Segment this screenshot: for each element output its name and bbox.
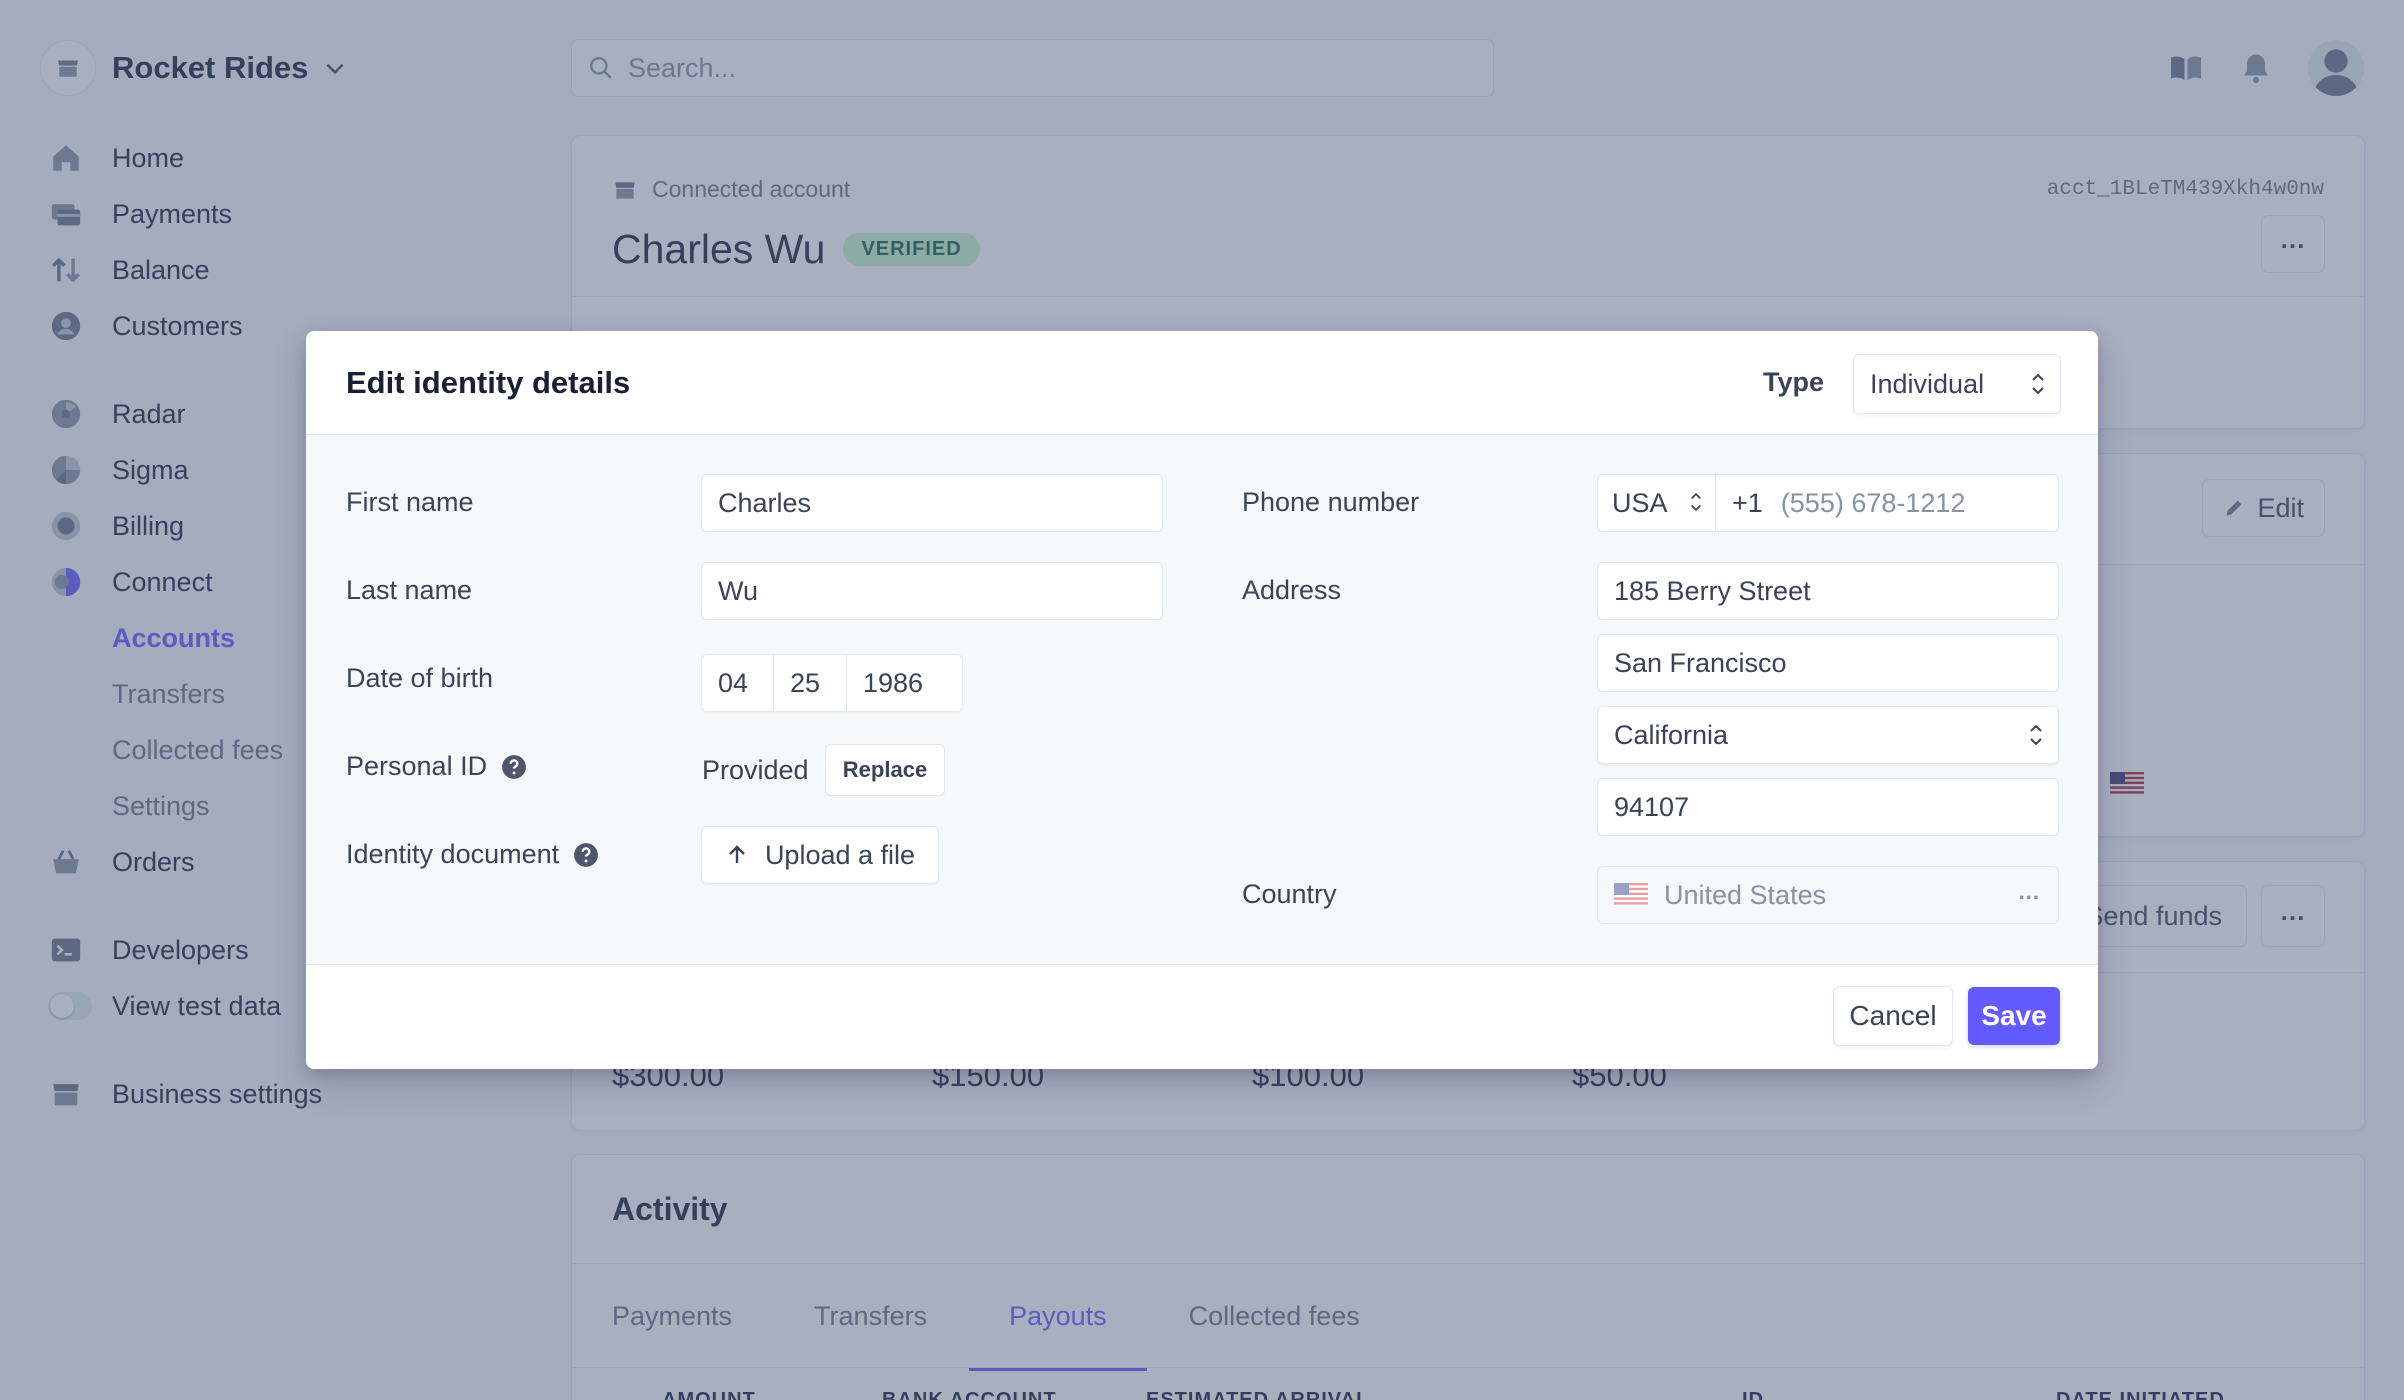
dob-year-input[interactable]: 1986 — [847, 655, 962, 711]
select-arrows-icon — [2032, 373, 2044, 395]
address-city-field[interactable]: San Francisco — [1598, 635, 2058, 691]
address-state-select[interactable]: California — [1598, 707, 2058, 763]
arrow-up-icon — [729, 845, 745, 863]
address-label: Address — [1242, 575, 1342, 605]
personal-id-label-text: Personal ID — [346, 751, 488, 781]
last-name-field[interactable]: Wu — [702, 563, 1162, 619]
modal-footer: Cancel Save — [306, 965, 2098, 1069]
country-field: United States ... — [1598, 867, 2058, 923]
last-name-label: Last name — [346, 575, 473, 605]
type-select-value: Individual — [1870, 368, 1985, 399]
dob-day-input[interactable]: 25 — [774, 655, 847, 711]
modal-body: First name Charles Last name Wu Date of … — [306, 435, 2098, 965]
help-icon[interactable] — [573, 842, 599, 868]
cancel-button[interactable]: Cancel — [1834, 987, 1952, 1045]
select-arrows-icon — [1691, 492, 1701, 512]
address-line1-field[interactable]: 185 Berry Street — [1598, 563, 2058, 619]
type-label: Type — [1762, 367, 1824, 397]
dob-field: 04 25 1986 — [702, 655, 962, 711]
more-icon[interactable]: ... — [2019, 879, 2040, 905]
phone-prefix: +1 — [1732, 487, 1763, 518]
phone-country-code: USA — [1612, 487, 1668, 518]
save-button[interactable]: Save — [1968, 987, 2060, 1045]
type-select[interactable]: Individual — [1854, 355, 2060, 413]
first-name-label: First name — [346, 487, 474, 517]
country-label: Country — [1242, 879, 1337, 909]
identity-document-label-text: Identity document — [346, 839, 560, 869]
personal-id-status: Provided — [702, 755, 809, 785]
modal-title: Edit identity details — [346, 365, 631, 400]
upload-file-button[interactable]: Upload a file — [702, 827, 938, 883]
country-value: United States — [1664, 879, 1827, 910]
help-icon[interactable] — [501, 754, 527, 780]
upload-button-label: Upload a file — [764, 839, 916, 870]
phone-country-select[interactable]: USA — [1598, 475, 1716, 531]
phone-number-field: USA +1 (555) 678-1212 — [1598, 475, 2058, 531]
dob-label: Date of birth — [346, 663, 494, 693]
us-flag-icon — [1614, 883, 1648, 907]
edit-identity-modal: Edit identity details Type Individual Fi… — [306, 331, 2098, 1069]
first-name-field[interactable]: Charles — [702, 475, 1162, 531]
dob-month-input[interactable]: 04 — [702, 655, 774, 711]
select-arrows-icon — [2030, 724, 2042, 746]
modal-header: Edit identity details Type Individual — [306, 331, 2098, 435]
phone-number-label: Phone number — [1242, 487, 1420, 517]
phone-number-input[interactable]: +1 (555) 678-1212 — [1716, 475, 1965, 531]
state-select-value: California — [1614, 719, 1729, 750]
phone-placeholder: (555) 678-1212 — [1780, 487, 1966, 518]
personal-id-label: Personal ID — [346, 751, 527, 782]
replace-button[interactable]: Replace — [826, 745, 944, 795]
identity-document-label: Identity document — [346, 839, 599, 870]
address-zip-field[interactable]: 94107 — [1598, 779, 2058, 835]
